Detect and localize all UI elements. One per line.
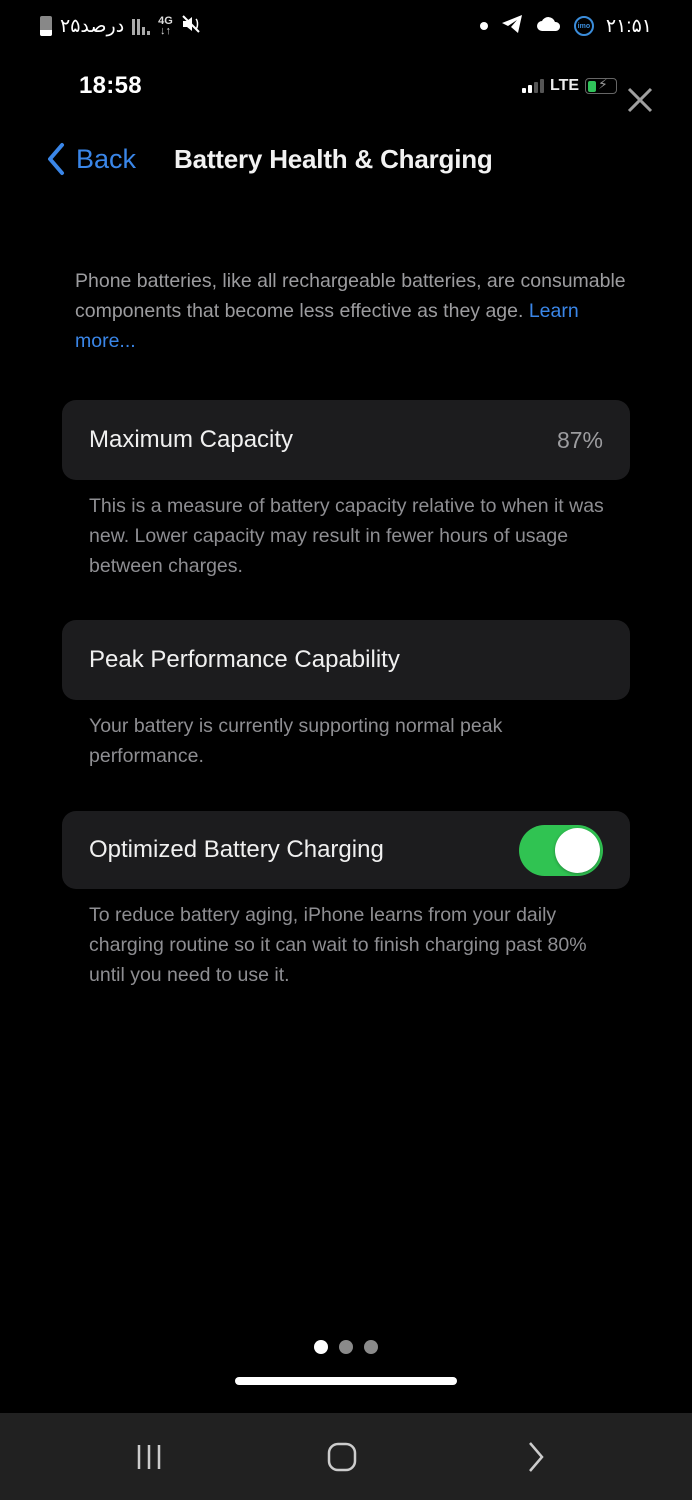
optimized-charging-footnote: To reduce battery aging, iPhone learns f…	[89, 904, 587, 986]
cellular-signal-icon	[522, 79, 544, 93]
4g-data-icon: 4G ↓↑	[158, 15, 173, 37]
optimized-charging-label: Optimized Battery Charging	[89, 836, 384, 863]
home-indicator[interactable]	[235, 1377, 457, 1385]
back-button[interactable]: Back	[46, 136, 136, 182]
home-icon	[327, 1442, 357, 1471]
peak-performance-label: Peak Performance Capability	[89, 646, 400, 673]
recent-apps-icon	[137, 1444, 161, 1469]
telegram-icon	[500, 13, 524, 40]
android-navigation-bar	[0, 1413, 692, 1500]
page-dot-1[interactable]	[314, 1340, 328, 1354]
page-dot-3[interactable]	[364, 1340, 378, 1354]
android-status-right: imo ۲۱:۵۱	[479, 12, 652, 40]
maximum-capacity-label: Maximum Capacity	[89, 426, 294, 453]
back-label: Back	[76, 143, 137, 174]
ios-status-right: LTE ⚡	[522, 76, 618, 95]
imo-icon: imo	[573, 16, 594, 36]
page-indicator	[0, 1340, 692, 1354]
close-button[interactable]	[624, 84, 656, 116]
charging-battery-icon: ⚡	[585, 76, 618, 94]
android-clock: ۲۱:۵۱	[605, 15, 652, 37]
android-status-left: ۲۵درصد 4G ↓↑	[40, 12, 203, 40]
close-icon	[627, 87, 653, 113]
back-nav-button[interactable]	[496, 1413, 576, 1500]
navigation-bar: Back Battery Health & Charging	[0, 136, 692, 182]
battery-icon	[40, 16, 52, 36]
lte-label: LTE	[550, 77, 580, 94]
maximum-capacity-footnote: This is a measure of battery capacity re…	[89, 495, 604, 577]
notification-dot-icon	[479, 22, 488, 30]
chevron-left-icon	[48, 143, 64, 175]
maximum-capacity-row: Maximum Capacity 87%	[62, 400, 630, 480]
optimized-charging-row: Optimized Battery Charging	[62, 811, 630, 889]
recent-apps-button[interactable]	[109, 1413, 189, 1500]
maximum-capacity-value: 87%	[556, 426, 603, 453]
battery-percent-text: ۲۵درصد	[60, 15, 125, 37]
cloud-icon	[536, 15, 562, 38]
mute-icon	[181, 13, 203, 40]
toggle-knob	[555, 827, 600, 873]
peak-performance-row: Peak Performance Capability	[62, 620, 630, 700]
ios-time: 18:58	[79, 72, 142, 99]
peak-performance-footnote: Your battery is currently supporting nor…	[89, 715, 503, 767]
home-button[interactable]	[302, 1413, 382, 1500]
android-status-bar: ۲۵درصد 4G ↓↑ imo ۲۱:۵۱	[0, 0, 692, 52]
optimized-charging-toggle[interactable]	[519, 824, 603, 876]
signal-icon	[132, 17, 151, 35]
page-dot-2[interactable]	[339, 1340, 353, 1354]
intro-text: Phone batteries, like all rechargeable b…	[75, 266, 635, 356]
chevron-right-icon	[529, 1441, 544, 1472]
page-title: Battery Health & Charging	[174, 143, 493, 174]
